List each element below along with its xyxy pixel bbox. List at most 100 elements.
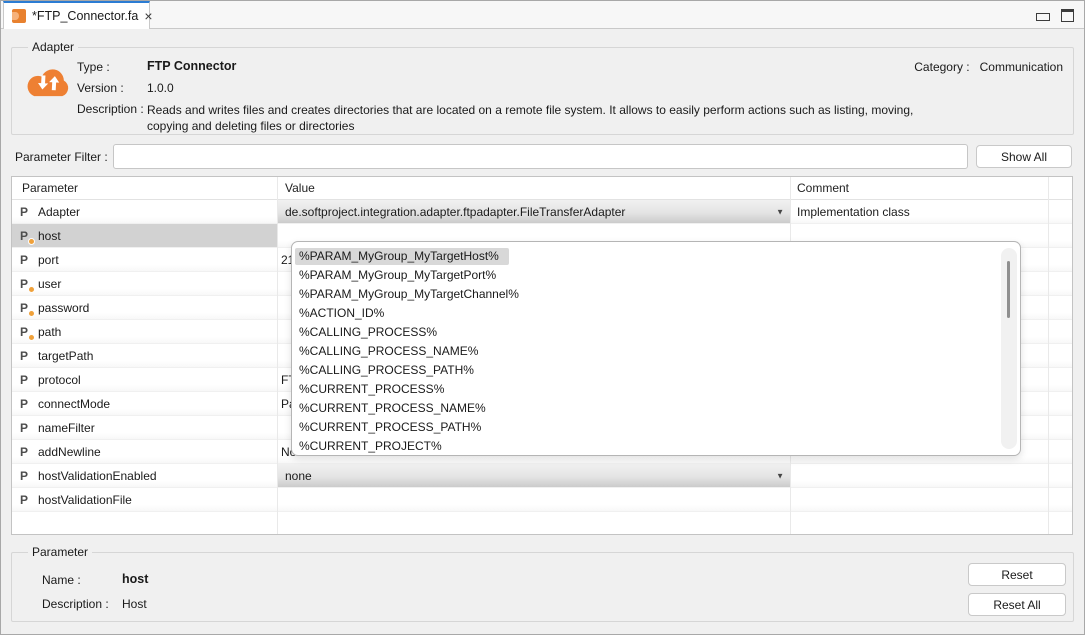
dropdown-arrow-icon[interactable]: ▼ (776, 207, 784, 216)
required-warning-badge-icon (28, 238, 35, 245)
parameter-icon-letter: P (20, 493, 28, 507)
parameter-cell[interactable]: PhostValidationEnabled (12, 464, 277, 487)
table-row[interactable]: PhostValidationEnabled none ▼ (12, 464, 1072, 488)
parameter-icon: P (20, 301, 31, 315)
table-row[interactable]: PAdapter de.softproject.integration.adapt… (12, 200, 1072, 224)
comment-cell: Implementation class (790, 200, 1048, 223)
parameter-icon: P (20, 229, 31, 243)
description-value: Reads and writes files and creates direc… (147, 102, 925, 134)
parameter-icon: P (20, 445, 31, 459)
dropdown-arrow-icon[interactable]: ▼ (776, 471, 784, 480)
dropdown-item[interactable]: %PARAM_MyGroup_MyTargetPort% (292, 266, 1020, 285)
filler-cell (1048, 416, 1072, 439)
parameter-cell[interactable]: PtargetPath (12, 344, 277, 367)
dropdown-item[interactable]: %CURRENT_PROJECT% (292, 437, 1020, 456)
view-controls (1036, 9, 1074, 22)
category-value: Communication (980, 60, 1063, 74)
parameter-cell[interactable]: Ppath (12, 320, 277, 343)
popup-scrollbar-thumb[interactable] (1007, 261, 1010, 318)
value-cell[interactable] (277, 488, 790, 511)
parameter-cell[interactable]: PnameFilter (12, 416, 277, 439)
dropdown-item[interactable]: %ACTION_ID% (292, 304, 1020, 323)
parameter-icon-letter: P (20, 325, 28, 339)
show-all-button[interactable]: Show All (976, 145, 1072, 168)
column-header-parameter[interactable]: Parameter (12, 177, 277, 199)
cloud-sync-icon (24, 63, 74, 105)
tab-title: *FTP_Connector.fa (32, 9, 138, 23)
value-cell[interactable]: de.softproject.integration.adapter.ftpad… (277, 200, 790, 223)
dropdown-item[interactable]: %CURRENT_PROCESS_PATH% (292, 418, 1020, 437)
value-text: de.softproject.integration.adapter.ftpad… (285, 205, 625, 219)
dropdown-item[interactable]: %PARAM_MyGroup_MyTargetChannel% (292, 285, 1020, 304)
parameter-name: Adapter (38, 205, 80, 219)
required-warning-badge-icon (28, 334, 35, 341)
reset-all-button[interactable]: Reset All (968, 593, 1066, 616)
ftp-file-icon (12, 9, 26, 23)
detail-description-value: Host (122, 597, 147, 611)
comment-cell (790, 488, 1048, 511)
detail-name-label: Name : (42, 573, 81, 587)
tab-close-icon[interactable]: × (144, 9, 152, 23)
parameter-cell[interactable]: PconnectMode (12, 392, 277, 415)
dropdown-item-text: %PARAM_MyGroup_MyTargetPort% (295, 267, 506, 284)
category-field: Category :Communication (914, 60, 1063, 74)
dropdown-item[interactable]: %CURRENT_PROCESS_NAME% (292, 399, 1020, 418)
parameter-name: connectMode (38, 397, 110, 411)
dropdown-item[interactable]: %CURRENT_PROCESS% (292, 380, 1020, 399)
parameter-icon: P (20, 277, 31, 291)
adapter-info-group: Adapter Type : FTP Connector Category :C… (11, 47, 1074, 135)
dropdown-item[interactable]: %PARAM_MyGroup_MyTargetHost% (292, 247, 1020, 266)
parameter-cell[interactable]: Puser (12, 272, 277, 295)
column-header-value[interactable]: Value (277, 177, 790, 199)
parameter-icon-letter: P (20, 397, 28, 411)
parameter-icon-letter: P (20, 349, 28, 363)
tab-ftp-connector[interactable]: *FTP_Connector.fa × (3, 1, 150, 29)
parameter-cell[interactable]: PhostValidationFile (12, 488, 277, 511)
minimize-icon[interactable] (1036, 13, 1050, 21)
popup-scrollbar[interactable] (1001, 248, 1017, 449)
value-text: none (285, 469, 312, 483)
parameter-filter-input[interactable] (113, 144, 968, 169)
parameter-name: nameFilter (38, 421, 95, 435)
dropdown-item[interactable]: %CALLING_PROCESS_NAME% (292, 342, 1020, 361)
filler-cell (1048, 272, 1072, 295)
comment-cell (790, 464, 1048, 487)
parameter-name: host (38, 229, 61, 243)
dropdown-item-text: %CURRENT_PROCESS_PATH% (295, 419, 491, 436)
required-warning-badge-icon (28, 286, 35, 293)
parameter-name: port (38, 253, 59, 267)
dropdown-item[interactable]: %CALLING_PROCESS_PATH% (292, 361, 1020, 380)
parameter-icon-letter: P (20, 373, 28, 387)
filler-cell (1048, 392, 1072, 415)
reset-button[interactable]: Reset (968, 563, 1066, 586)
variable-suggestions-popup: %PARAM_MyGroup_MyTargetHost%%PARAM_MyGro… (291, 241, 1021, 456)
maximize-icon[interactable] (1061, 9, 1074, 22)
parameter-name: protocol (38, 373, 81, 387)
detail-name-value: host (122, 572, 148, 586)
parameter-icon-letter: P (20, 301, 28, 315)
parameter-icon: P (20, 469, 31, 483)
dropdown-item[interactable]: %CALLING_PROCESS% (292, 323, 1020, 342)
parameter-name: user (38, 277, 61, 291)
table-row[interactable]: PhostValidationFile (12, 488, 1072, 512)
column-header-comment[interactable]: Comment (790, 177, 1048, 199)
parameter-cell[interactable]: PaddNewline (12, 440, 277, 463)
parameter-name: targetPath (38, 349, 93, 363)
parameter-icon: P (20, 253, 31, 267)
dropdown-item-text: %CURRENT_PROCESS% (295, 381, 454, 398)
filler-cell (1048, 200, 1072, 223)
parameter-icon: P (20, 349, 31, 363)
parameter-cell[interactable]: Pprotocol (12, 368, 277, 391)
type-label: Type : (77, 60, 110, 74)
detail-description-label: Description : (42, 597, 109, 611)
parameter-icon: P (20, 397, 31, 411)
dropdown-item-text: %CALLING_PROCESS_PATH% (295, 362, 484, 379)
adapter-group-label: Adapter (28, 40, 78, 54)
parameter-cell[interactable]: PAdapter (12, 200, 277, 223)
parameter-cell[interactable]: Pport (12, 248, 277, 271)
parameter-cell[interactable]: Phost (12, 224, 277, 247)
value-cell[interactable]: none ▼ (277, 464, 790, 487)
dropdown-item-text: %CALLING_PROCESS_NAME% (295, 343, 488, 360)
parameter-cell[interactable]: Ppassword (12, 296, 277, 319)
parameter-name: addNewline (38, 445, 101, 459)
